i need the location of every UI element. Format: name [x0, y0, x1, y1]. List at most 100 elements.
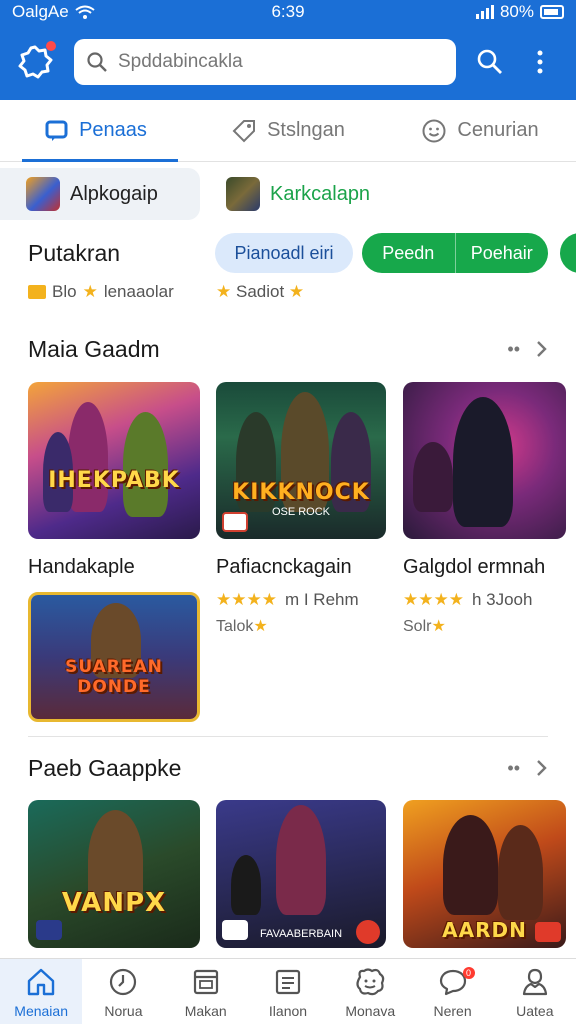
chevron-right-icon[interactable]	[536, 340, 548, 358]
search-icon	[477, 49, 502, 74]
star-icon: ★	[431, 618, 446, 635]
clock-icon	[110, 968, 137, 995]
game-artwork: AARDN	[403, 800, 566, 948]
chat-icon	[45, 120, 68, 141]
game-artwork: VANPX	[28, 800, 200, 948]
game-artwork: KIKKNOCK OSE ROCK	[216, 382, 386, 539]
game-rating: ★★★★ h 3Jooh	[403, 590, 533, 609]
star-icon: ★★★★	[403, 590, 464, 609]
search-icon	[87, 52, 107, 72]
game-banner: SUAREAN DONDE	[65, 657, 163, 697]
notification-dot	[46, 41, 56, 51]
smile-icon	[422, 119, 446, 142]
nav-label: Makan	[184, 1002, 227, 1019]
subnav-item-karkcalapn[interactable]: Karkcalapn	[200, 168, 396, 220]
game-artwork: SUAREAN DONDE	[31, 595, 197, 719]
game-card[interactable]: IHEKPABK	[28, 382, 200, 539]
nav-item-menaian[interactable]: Menaian	[0, 959, 83, 1024]
battery-icon	[540, 5, 564, 19]
game-banner: VANPX	[61, 888, 167, 918]
star-icon: ★★★★	[216, 590, 277, 609]
section-header: Maia Gaadm ••	[0, 331, 576, 367]
gear-logo-icon[interactable]	[16, 41, 56, 81]
game-thumbnail	[226, 177, 260, 211]
game-name: Handakaple	[28, 556, 135, 578]
nav-item-neren[interactable]: 0 Neren	[411, 959, 493, 1024]
game-card[interactable]: KIKKNOCK OSE ROCK	[216, 382, 386, 539]
nav-item-norua[interactable]: Norua	[82, 959, 164, 1024]
profile-icon	[522, 968, 547, 995]
game-card[interactable]: SUAREAN DONDE	[28, 592, 200, 722]
tab-label: Cenurian	[457, 119, 539, 141]
face-icon	[356, 967, 385, 995]
game-name: Pafiacnckagain	[216, 556, 352, 578]
filter-subtitle: Blo ★ lenaaolar	[28, 282, 174, 302]
filter-chip-more[interactable]	[560, 233, 576, 273]
game-thumbnail	[26, 177, 60, 211]
tab-cenurian[interactable]: Cenurian	[384, 100, 576, 161]
category-icon	[28, 285, 46, 299]
filter-title: Putakran	[28, 240, 121, 266]
nav-item-uatea[interactable]: Uatea	[494, 959, 576, 1024]
filter-rating: ★ Sadiot ★	[216, 282, 305, 301]
star-icon: ★	[288, 282, 305, 301]
nav-label: Monava	[345, 1002, 396, 1019]
carrier: OalgAe	[12, 2, 95, 22]
filter-chip-group: Peedn Poehair	[362, 233, 548, 273]
nav-label: Menaian	[14, 1002, 68, 1019]
nav-label: Neren	[433, 1002, 472, 1019]
more-dots-icon[interactable]: ••	[507, 758, 520, 779]
filter-chip-pianoadl[interactable]: Pianoadl eiri	[215, 233, 353, 273]
game-card[interactable]: FAVAABERBAIN	[216, 800, 386, 948]
status-bar: OalgAe 6:39 80%	[0, 0, 576, 24]
more-vertical-icon	[537, 50, 543, 74]
game-artwork	[403, 382, 566, 539]
calendar-icon	[193, 969, 218, 994]
list-icon	[275, 969, 301, 994]
subnav-item-alpkogaip[interactable]: Alpkogaip	[0, 168, 200, 220]
app-header: Spddabincakla	[0, 24, 576, 100]
more-dots-icon[interactable]: ••	[507, 339, 520, 360]
nav-item-makan[interactable]: Makan	[165, 959, 247, 1024]
game-name: Galgdol ermnah	[403, 556, 546, 578]
nav-item-monava[interactable]: Monava	[329, 959, 411, 1024]
section-divider	[28, 736, 548, 737]
play-badge-icon	[356, 920, 380, 944]
nav-label: Norua	[104, 1002, 143, 1019]
game-banner: KIKKNOCK	[232, 480, 370, 505]
filter-row: Putakran Blo ★ lenaaolar ★ Sadiot ★ Pian…	[0, 228, 576, 308]
carrier-name: OalgAe	[12, 2, 69, 21]
play-badge-icon	[222, 512, 248, 532]
game-card[interactable]: AARDN	[403, 800, 566, 948]
game-card[interactable]: VANPX	[28, 800, 200, 948]
star-icon: ★	[253, 618, 268, 635]
top-tabs: Penaas Stslngan Cenurian	[0, 100, 576, 162]
tab-label: Stslngan	[267, 119, 345, 141]
nav-item-ilanon[interactable]: Ilanon	[247, 959, 329, 1024]
game-subtitle: Solr★	[403, 618, 446, 635]
tab-label: Penaas	[79, 119, 147, 141]
signal-icon	[475, 5, 494, 19]
filter-chip-peedn[interactable]: Peedn	[362, 243, 455, 264]
subnav-label: Alpkogaip	[70, 182, 158, 205]
section-title: Paeb Gaappke	[28, 754, 182, 781]
filter-chip-poehair[interactable]: Poehair	[456, 243, 549, 264]
game-card[interactable]	[403, 382, 566, 539]
section-title: Maia Gaadm	[28, 335, 160, 362]
wifi-icon	[75, 5, 95, 19]
search-placeholder: Spddabincakla	[118, 51, 243, 72]
chevron-right-icon[interactable]	[536, 759, 548, 777]
star-icon: ★	[82, 282, 98, 301]
tab-penaas[interactable]: Penaas	[0, 100, 192, 162]
tab-stslngan[interactable]: Stslngan	[192, 100, 384, 161]
sub-nav: Alpkogaip Karkcalapn	[0, 168, 576, 220]
home-icon	[27, 968, 55, 995]
battery-percent: 80%	[499, 2, 534, 21]
nav-label: Uatea	[516, 1002, 554, 1019]
more-menu-button[interactable]	[522, 44, 558, 80]
search-button[interactable]	[472, 44, 508, 80]
search-input[interactable]: Spddabincakla	[74, 39, 456, 85]
game-artwork: IHEKPABK	[28, 382, 200, 539]
game-banner: IHEKPABK	[48, 468, 180, 493]
nav-label: Ilanon	[268, 1002, 308, 1019]
